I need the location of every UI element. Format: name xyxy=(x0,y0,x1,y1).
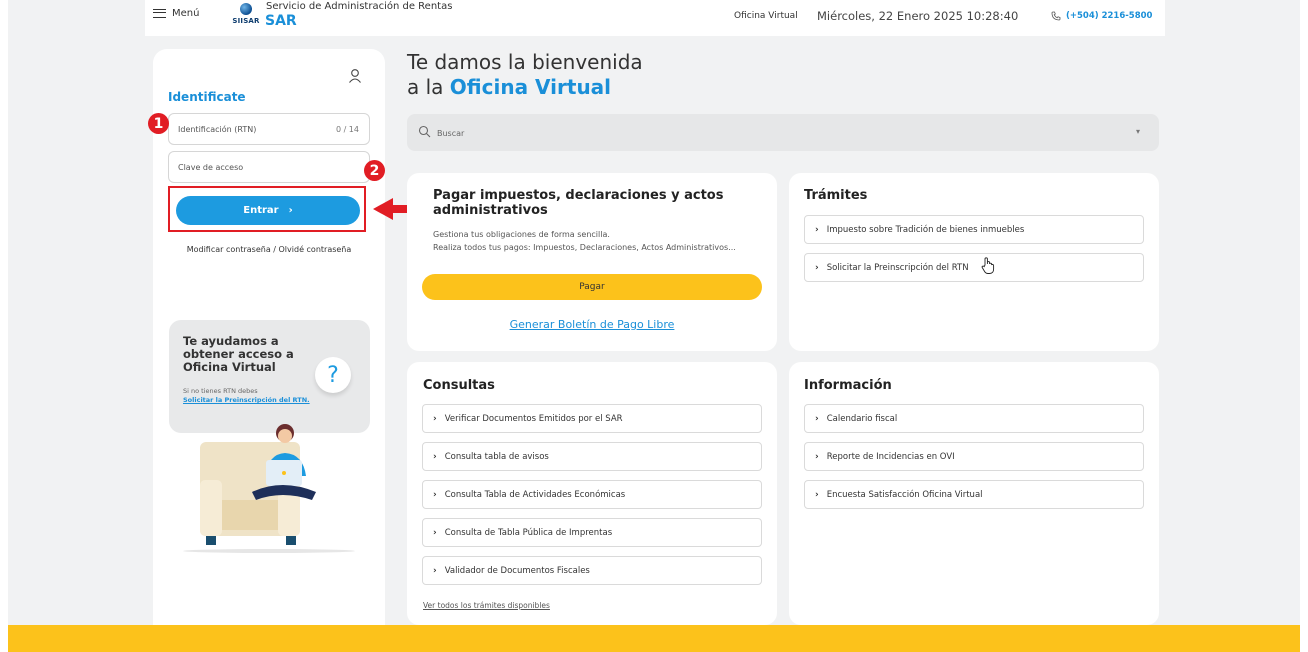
consultas-title: Consultas xyxy=(423,378,495,393)
modify-password-link[interactable]: Modificar contraseña / Olvidé contraseña xyxy=(153,245,385,254)
consulta-label: Consulta tabla de avisos xyxy=(444,451,549,462)
office-label: Oficina Virtual xyxy=(734,11,798,21)
hamburger-icon xyxy=(153,9,166,18)
org-name: Servicio de Administración de Rentas xyxy=(266,1,453,12)
boletin-link[interactable]: Generar Boletín de Pago Libre xyxy=(407,318,777,331)
info-label: Reporte de Incidencias en OVI xyxy=(826,451,955,462)
menu-button[interactable]: Menú xyxy=(153,8,199,19)
chevron-right-icon: › xyxy=(433,527,437,538)
globe-icon xyxy=(240,3,252,15)
welcome-prefix: a la xyxy=(407,75,450,99)
phone-icon xyxy=(1051,11,1061,21)
password-placeholder: Clave de acceso xyxy=(178,163,244,172)
tramite-label: Solicitar la Preinscripción del RTN xyxy=(826,262,969,273)
login-title: Identificate xyxy=(168,90,246,104)
header-datetime: Miércoles, 22 Enero 2025 10:28:40 xyxy=(817,9,1019,23)
consulta-label: Validador de Documentos Fiscales xyxy=(444,565,590,576)
entrar-label: Entrar xyxy=(243,205,279,216)
step-badge-2: 2 xyxy=(364,160,385,181)
search-icon xyxy=(418,125,431,138)
consulta-item[interactable]: › Verificar Documentos Emitidos por el SA… xyxy=(422,404,762,433)
org-abbr: SAR xyxy=(265,13,297,29)
footer-band xyxy=(8,625,1300,652)
chevron-right-icon: › xyxy=(433,451,437,462)
phone-link[interactable]: (+504) 2216-5800 xyxy=(1051,11,1152,21)
consulta-item[interactable]: › Consulta Tabla de Actividades Económica… xyxy=(422,480,762,509)
pagar-title: Pagar impuestos, declaraciones y actos a… xyxy=(433,188,724,218)
chevron-right-icon: › xyxy=(815,489,819,500)
consulta-item[interactable]: › Consulta de Tabla Pública de Imprentas xyxy=(422,518,762,547)
consulta-label: Verificar Documentos Emitidos por el SAR xyxy=(444,413,623,424)
pagar-button[interactable]: Pagar xyxy=(422,274,762,300)
pagar-desc-2: Realiza todos tus pagos: Impuestos, Decl… xyxy=(433,243,736,252)
see-all-link[interactable]: Ver todos los trámites disponibles xyxy=(423,601,550,610)
welcome-line-1: Te damos la bienvenida xyxy=(407,50,643,74)
logo-text: SIISAR xyxy=(232,17,260,25)
chevron-right-icon: › xyxy=(433,489,437,500)
preinscripcion-link[interactable]: Solicitar la Preinscripción del RTN. xyxy=(183,396,313,404)
info-label: Calendario fiscal xyxy=(826,413,898,424)
sar-logo[interactable]: SIISAR xyxy=(231,3,261,25)
chevron-right-icon: › xyxy=(815,413,819,424)
chevron-right-icon: › xyxy=(288,205,293,216)
tramite-label: Impuesto sobre Tradición de bienes inmue… xyxy=(826,224,1025,235)
rtn-placeholder: Identificación (RTN) xyxy=(178,125,257,134)
user-icon xyxy=(349,69,361,83)
menu-label: Menú xyxy=(172,8,200,19)
search-bar[interactable] xyxy=(407,114,1159,151)
chevron-right-icon: › xyxy=(815,262,819,273)
info-item[interactable]: › Calendario fiscal xyxy=(804,404,1144,433)
rtn-char-count: 0 / 14 xyxy=(335,125,359,134)
consulta-label: Consulta Tabla de Actividades Económicas xyxy=(444,489,626,500)
entrar-button[interactable]: Entrar › xyxy=(176,196,360,225)
info-item[interactable]: › Encuesta Satisfacción Oficina Virtual xyxy=(804,480,1144,509)
search-placeholder: Buscar xyxy=(437,129,465,138)
welcome-highlight: Oficina Virtual xyxy=(449,75,612,99)
chevron-right-icon: › xyxy=(815,224,819,235)
password-input[interactable]: Clave de acceso xyxy=(168,151,370,183)
chevron-right-icon: › xyxy=(433,413,437,424)
phone-number: (+504) 2216-5800 xyxy=(1066,11,1153,21)
person-laptop-illustration xyxy=(183,424,355,553)
tramite-item[interactable]: › Impuesto sobre Tradición de bienes inmu… xyxy=(804,215,1144,244)
tramites-title: Trámites xyxy=(804,188,868,203)
welcome-line-2: a la Oficina Virtual xyxy=(407,75,611,99)
help-question-icon[interactable]: ? xyxy=(315,357,351,393)
step-badge-1: 1 xyxy=(148,113,169,134)
consulta-label: Consulta de Tabla Pública de Imprentas xyxy=(444,527,613,538)
pagar-desc-1: Gestiona tus obligaciones de forma senci… xyxy=(433,230,610,239)
info-label: Encuesta Satisfacción Oficina Virtual xyxy=(826,489,983,500)
info-item[interactable]: › Reporte de Incidencias en OVI xyxy=(804,442,1144,471)
informacion-title: Información xyxy=(804,378,892,393)
help-subtitle: Si no tienes RTN debes xyxy=(183,387,258,395)
chevron-right-icon: › xyxy=(433,565,437,576)
rtn-input[interactable]: Identificación (RTN) 0 / 14 xyxy=(168,113,370,145)
dropdown-caret-icon[interactable]: ▾ xyxy=(1136,127,1140,136)
consulta-item[interactable]: › Validador de Documentos Fiscales xyxy=(422,556,762,585)
help-title: Te ayudamos a obtener acceso a Oficina V… xyxy=(183,334,294,374)
hand-cursor-icon xyxy=(981,257,995,274)
chevron-right-icon: › xyxy=(815,451,819,462)
tramite-item[interactable]: › Solicitar la Preinscripción del RTN xyxy=(804,253,1144,282)
consulta-item[interactable]: › Consulta tabla de avisos xyxy=(422,442,762,471)
